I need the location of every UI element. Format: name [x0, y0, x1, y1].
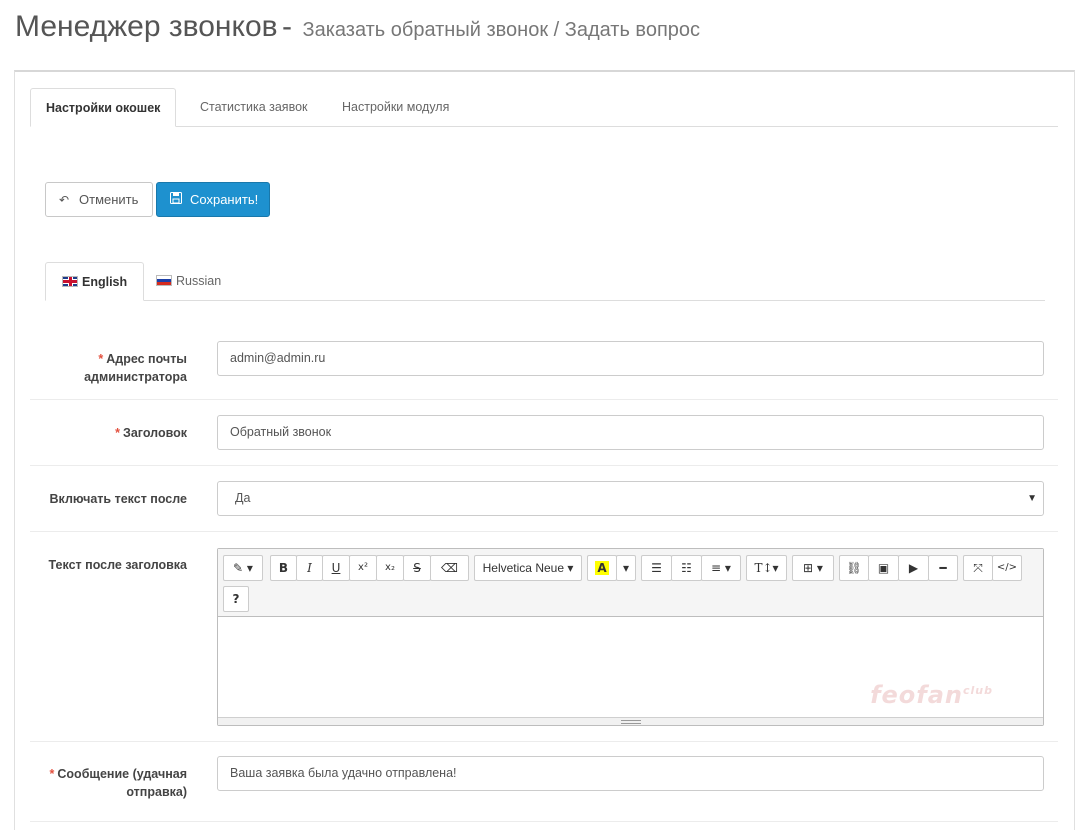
form-row-text-after: Текст после заголовка ✎ ▾ B I U x² x₂ S … — [30, 532, 1058, 742]
feofan-watermark-logo: feofanclub — [870, 681, 993, 709]
picture-icon[interactable]: ▣ — [868, 555, 899, 581]
form-row-heading: * Заголовок Обратный звонок — [30, 400, 1058, 466]
lang-english-label: English — [82, 275, 128, 289]
ordered-list-icon[interactable]: ☷ — [671, 555, 702, 581]
editor-toolbar: ✎ ▾ B I U x² x₂ S ⌫ Helvetica Neue ▾ A ▾… — [218, 549, 1043, 617]
include-text-select[interactable]: Да ▼ — [217, 481, 1044, 516]
help-icon[interactable]: ? — [223, 586, 249, 612]
line-height-icon[interactable]: T↕▾ — [746, 555, 787, 581]
tab-request-stats[interactable]: Статистика заявок — [185, 88, 323, 127]
tab-module-settings[interactable]: Настройки модуля — [327, 88, 464, 127]
lang-russian-label: Russian — [176, 274, 222, 288]
caret-down-icon: ▼ — [1027, 493, 1037, 504]
subscript-icon[interactable]: x₂ — [376, 555, 404, 581]
uk-flag-icon — [62, 276, 78, 287]
unordered-list-icon[interactable]: ☰ — [641, 555, 672, 581]
form-row-include-text: Включать текст после Да ▼ — [30, 466, 1058, 532]
admin-email-label: * Адрес почты администратора — [84, 352, 187, 384]
page-title: Менеджер звонков — [15, 10, 278, 43]
table-icon[interactable]: ⊞ ▾ — [792, 555, 834, 581]
admin-email-input[interactable]: admin@admin.ru — [217, 341, 1044, 376]
superscript-icon[interactable]: x² — [349, 555, 377, 581]
page-subtitle: Заказать обратный звонок / Задать вопрос — [302, 19, 701, 41]
underline-icon[interactable]: U — [322, 555, 350, 581]
required-mark: * — [98, 352, 104, 366]
color-dropdown-icon[interactable]: ▾ — [616, 555, 636, 581]
magic-wand-dropdown-icon[interactable]: ✎ ▾ — [223, 555, 263, 581]
strikethrough-icon[interactable]: S — [403, 555, 431, 581]
page-header: Менеджер звонков - Заказать обратный зво… — [15, 10, 700, 50]
text-after-label: Текст после заголовка — [48, 558, 187, 572]
message-input[interactable]: Ваша заявка была удачно отправлена! — [217, 756, 1044, 791]
save-button[interactable]: Сохранить! — [156, 182, 270, 217]
editor-resize-handle[interactable] — [218, 717, 1043, 725]
heading-input[interactable]: Обратный звонок — [217, 415, 1044, 450]
video-icon[interactable]: ▶ — [898, 555, 929, 581]
cancel-button[interactable]: ↶ Отменить — [45, 182, 153, 217]
reply-icon: ↶ — [59, 193, 70, 207]
required-mark: * — [49, 767, 55, 781]
form-row-admin-email: * Адрес почты администратора admin@admin.… — [30, 325, 1058, 400]
fullscreen-icon[interactable]: ⤧ — [963, 555, 993, 581]
horizontal-rule-icon[interactable]: ━ — [928, 555, 958, 581]
language-tabs: English Russian — [45, 262, 1045, 301]
include-text-select-value: Да — [235, 491, 251, 505]
main-tabs: Настройки окошек Статистика заявок Настр… — [30, 88, 1058, 127]
bold-icon[interactable]: B — [270, 555, 297, 581]
heading-label: * Заголовок — [115, 426, 187, 440]
form-row-message: * Сообщение (удачная отправка) Ваша заявк… — [30, 742, 1058, 822]
include-text-label: Включать текст после — [49, 492, 187, 506]
tab-lang-russian[interactable]: Russian — [140, 262, 237, 301]
floppy-disk-icon — [170, 184, 184, 217]
italic-icon[interactable]: I — [296, 555, 323, 581]
font-color-icon[interactable]: A — [587, 555, 617, 581]
tab-window-settings[interactable]: Настройки окошек — [30, 88, 177, 127]
grip-icon — [621, 720, 641, 724]
russia-flag-icon — [156, 275, 172, 286]
paragraph-align-icon[interactable]: ≡ ▾ — [701, 555, 741, 581]
font-name-value: Helvetica Neue — [482, 561, 564, 575]
code-view-icon[interactable]: </> — [992, 555, 1022, 581]
title-separator: - — [282, 10, 293, 43]
tab-lang-english[interactable]: English — [45, 262, 145, 301]
rich-text-editor: ✎ ▾ B I U x² x₂ S ⌫ Helvetica Neue ▾ A ▾… — [217, 548, 1044, 726]
cancel-button-label: Отменить — [79, 192, 139, 207]
font-name-dropdown[interactable]: Helvetica Neue ▾ — [474, 555, 582, 581]
required-mark: * — [115, 426, 121, 440]
eraser-icon[interactable]: ⌫ — [430, 555, 469, 581]
link-icon[interactable]: ⛓ — [839, 555, 869, 581]
message-label: * Сообщение (удачная отправка) — [49, 767, 187, 799]
save-button-label: Сохранить! — [190, 192, 259, 207]
